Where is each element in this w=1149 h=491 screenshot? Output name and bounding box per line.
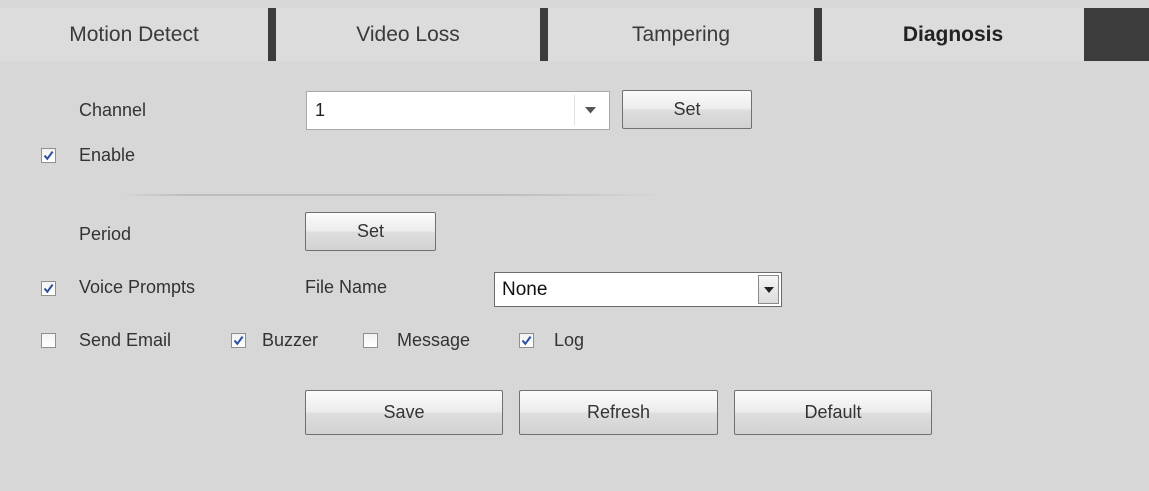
period-label: Period (79, 224, 132, 244)
tab-tampering[interactable]: Tampering (548, 8, 814, 61)
log-checkbox[interactable] (519, 333, 534, 348)
channel-select[interactable]: 1 (306, 91, 610, 130)
tab-bar-end (1084, 8, 1149, 61)
tab-video-loss[interactable]: Video Loss (276, 8, 540, 61)
check-icon (43, 151, 54, 161)
section-divider (120, 194, 665, 196)
file-name-select-value: None (502, 279, 548, 300)
tab-separator (814, 8, 822, 61)
channel-set-button[interactable]: Set (622, 90, 752, 129)
tab-label: Diagnosis (902, 22, 1004, 46)
save-button[interactable]: Save (305, 390, 503, 435)
send-email-label: Send Email (79, 330, 172, 350)
period-set-button[interactable]: Set (305, 212, 436, 251)
tab-label: Video Loss (356, 22, 460, 46)
log-label: Log (554, 330, 585, 350)
top-strip (0, 0, 1149, 8)
tab-motion-detect[interactable]: Motion Detect (0, 8, 268, 61)
check-icon (43, 284, 54, 294)
tab-label: Motion Detect (69, 22, 199, 46)
default-button[interactable]: Default (734, 390, 932, 435)
tab-separator (540, 8, 548, 61)
tab-label: Tampering (631, 22, 731, 46)
file-name-label: File Name (305, 277, 388, 297)
chevron-down-icon[interactable] (758, 275, 779, 304)
tab-diagnosis[interactable]: Diagnosis (822, 8, 1084, 61)
save-button-label: Save (383, 402, 425, 422)
channel-select-value: 1 (315, 100, 326, 120)
enable-label: Enable (79, 145, 136, 165)
buzzer-checkbox[interactable] (231, 333, 246, 348)
tab-separator (268, 8, 276, 61)
default-button-label: Default (804, 402, 862, 422)
chevron-down-icon[interactable] (574, 95, 605, 126)
refresh-button-label: Refresh (586, 402, 651, 422)
check-icon (233, 336, 244, 346)
voice-prompts-checkbox[interactable] (41, 281, 56, 296)
message-label: Message (397, 330, 471, 350)
enable-checkbox[interactable] (41, 148, 56, 163)
send-email-checkbox[interactable] (41, 333, 56, 348)
channel-set-button-label: Set (673, 99, 701, 119)
check-icon (521, 336, 532, 346)
buzzer-label: Buzzer (262, 330, 319, 350)
tab-bar: Motion Detect Video Loss Tampering Diagn… (0, 8, 1149, 61)
period-set-button-label: Set (356, 221, 385, 241)
channel-label: Channel (79, 100, 147, 120)
refresh-button[interactable]: Refresh (519, 390, 718, 435)
file-name-select[interactable]: None (494, 272, 782, 307)
message-checkbox[interactable] (363, 333, 378, 348)
voice-prompts-label: Voice Prompts (79, 277, 196, 297)
